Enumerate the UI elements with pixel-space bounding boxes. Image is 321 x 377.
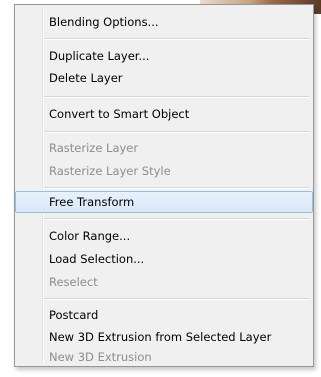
menu-item-delete-layer[interactable]: Delete Layer <box>17 67 311 89</box>
layer-context-menu: Blending Options... Duplicate Layer... D… <box>14 4 314 367</box>
menu-item-label: New 3D Extrusion <box>49 350 152 364</box>
menu-item-color-range[interactable]: Color Range... <box>17 225 311 247</box>
menu-separator <box>44 38 310 40</box>
menu-item-rasterize-layer: Rasterize Layer <box>17 137 311 159</box>
menu-item-label: Rasterize Layer <box>49 141 139 155</box>
menu-item-postcard[interactable]: Postcard <box>17 304 311 326</box>
menu-item-label: Blending Options... <box>49 15 159 29</box>
menu-item-label: Convert to Smart Object <box>49 107 190 121</box>
menu-item-new-3d-extrusion: New 3D Extrusion <box>17 346 311 368</box>
menu-item-label: Free Transform <box>49 195 135 209</box>
menu-separator <box>44 218 310 220</box>
menu-separator <box>44 96 310 98</box>
menu-item-load-selection[interactable]: Load Selection... <box>17 248 311 270</box>
menu-item-blending-options[interactable]: Blending Options... <box>17 11 311 33</box>
menu-item-rasterize-layer-style: Rasterize Layer Style <box>17 160 311 182</box>
menu-item-label: Reselect <box>49 275 98 289</box>
menu-separator <box>44 131 310 133</box>
menu-item-label: New 3D Extrusion from Selected Layer <box>49 330 272 344</box>
menu-item-label: Delete Layer <box>49 71 123 85</box>
menu-item-reselect: Reselect <box>17 271 311 293</box>
menu-item-convert-to-smart-object[interactable]: Convert to Smart Object <box>17 103 311 125</box>
menu-separator <box>44 298 310 300</box>
menu-item-label: Load Selection... <box>49 252 145 266</box>
menu-separator <box>44 187 310 189</box>
menu-item-new-3d-extrusion-from-selected-layer[interactable]: New 3D Extrusion from Selected Layer <box>17 326 311 348</box>
menu-item-label: Rasterize Layer Style <box>49 164 171 178</box>
menu-item-label: Duplicate Layer... <box>49 49 150 63</box>
menu-item-label: Postcard <box>49 308 99 322</box>
menu-item-duplicate-layer[interactable]: Duplicate Layer... <box>17 45 311 67</box>
menu-item-free-transform[interactable]: Free Transform <box>15 191 313 213</box>
menu-item-label: Color Range... <box>49 229 131 243</box>
